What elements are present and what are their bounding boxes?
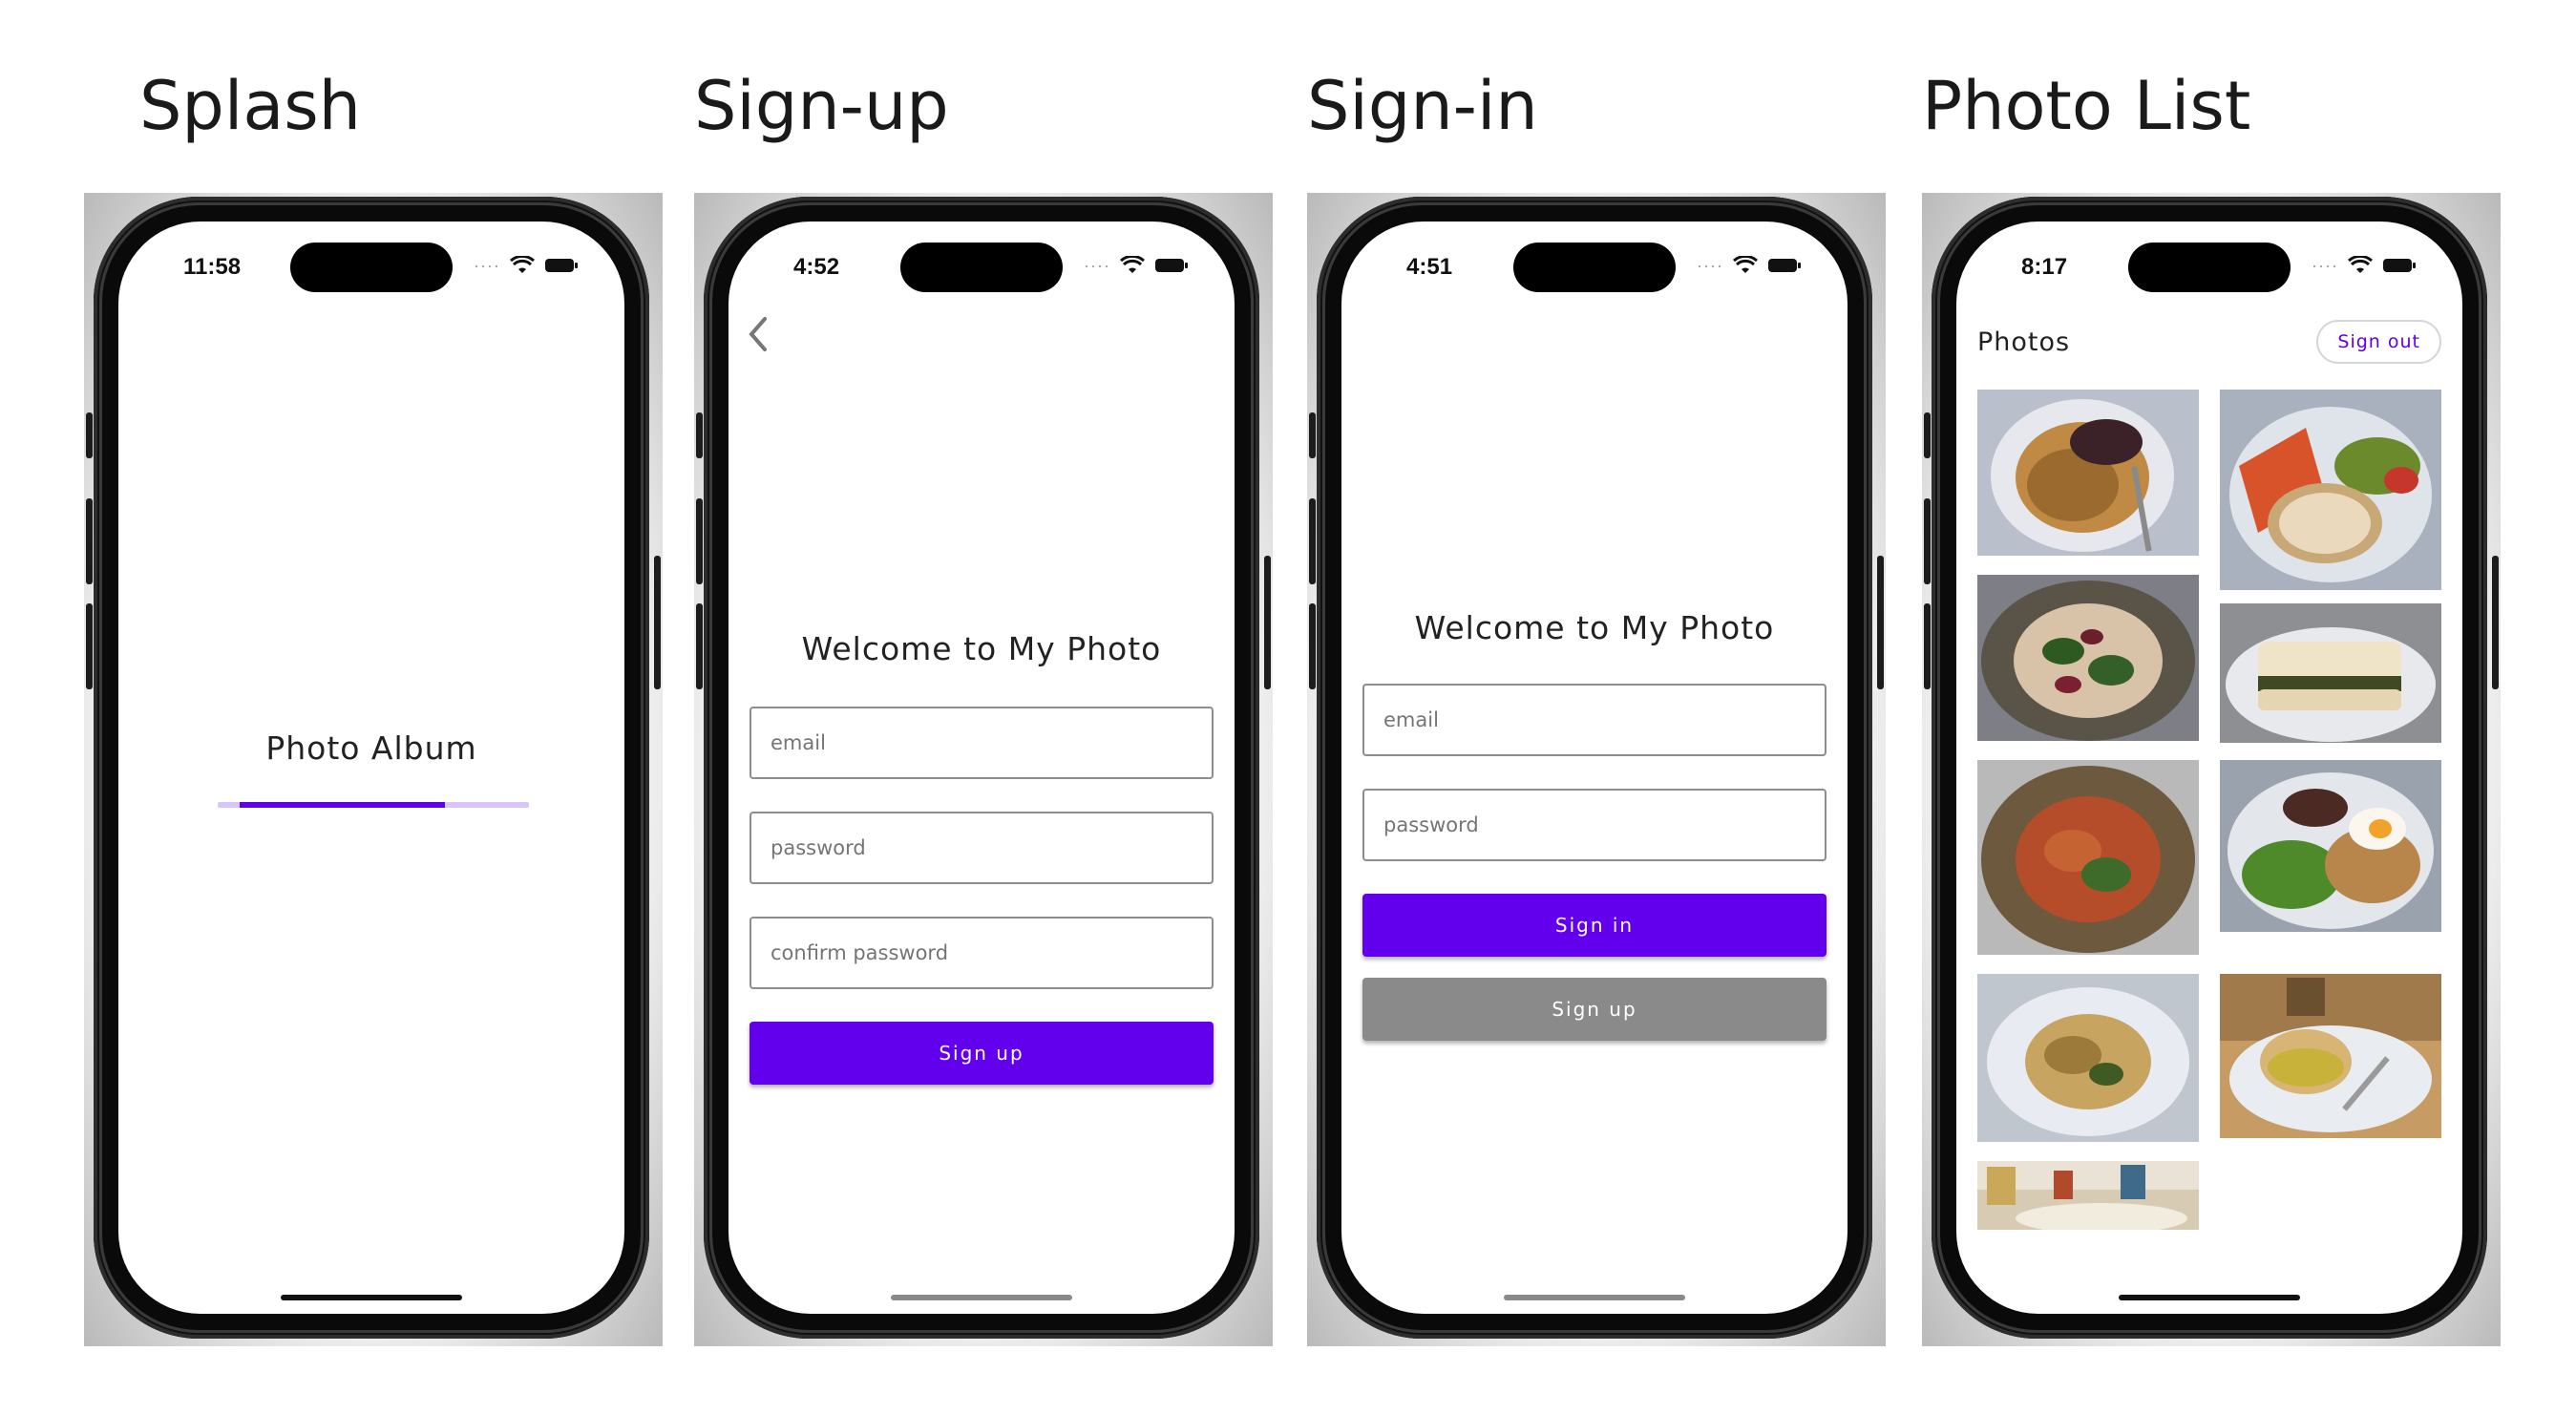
signal-dots-icon: ····	[2312, 256, 2338, 275]
wifi-icon	[1733, 256, 1758, 273]
welcome-heading: Welcome to My Photo	[801, 630, 1162, 667]
phone-frame: 4:52 ···· Welcome to My Photo Sign up	[704, 197, 1259, 1339]
photo-thumbnail[interactable]	[1977, 575, 2199, 741]
battery-icon	[545, 259, 578, 272]
password-field[interactable]	[1362, 789, 1826, 861]
dynamic-island	[290, 243, 453, 292]
photo-thumbnail[interactable]	[2220, 390, 2441, 590]
signal-dots-icon: ····	[474, 256, 500, 275]
splash-phone-mockup: 11:58 ···· Photo Album	[84, 193, 663, 1346]
battery-icon	[1768, 259, 1801, 272]
status-icons: ····	[1084, 256, 1189, 275]
dynamic-island	[2128, 243, 2291, 292]
photo-thumbnail[interactable]	[1977, 1161, 2199, 1230]
signin-screen: 4:51 ···· Welcome to My Photo Sign in Si…	[1341, 222, 1848, 1314]
dynamic-island	[900, 243, 1063, 292]
photos-header: Photos Sign out	[1977, 317, 2441, 367]
home-indicator[interactable]	[891, 1295, 1072, 1300]
status-icons: ····	[2312, 256, 2417, 275]
sign-in-button[interactable]: Sign in	[1362, 894, 1826, 957]
photo-thumbnail[interactable]	[2220, 603, 2441, 743]
status-time: 4:51	[1406, 254, 1453, 280]
dynamic-island	[1513, 243, 1676, 292]
wifi-icon	[1120, 256, 1145, 273]
status-icons: ····	[474, 256, 579, 275]
sign-up-button[interactable]: Sign up	[1362, 978, 1826, 1041]
signup-screen: 4:52 ···· Welcome to My Photo Sign up	[728, 222, 1235, 1314]
screen-title-signup: Sign-up	[694, 67, 949, 145]
screen-title-splash: Splash	[139, 67, 362, 145]
photos-title: Photos	[1977, 327, 2071, 357]
wifi-icon	[2348, 256, 2373, 273]
photo-thumbnail[interactable]	[2220, 974, 2441, 1138]
signal-dots-icon: ····	[1697, 256, 1723, 275]
sign-up-button[interactable]: Sign up	[750, 1022, 1214, 1085]
photo-thumbnail[interactable]	[1977, 390, 2199, 556]
splash-screen: 11:58 ···· Photo Album	[118, 222, 624, 1314]
phone-frame: 11:58 ···· Photo Album	[94, 197, 649, 1339]
screen-title-signin: Sign-in	[1307, 67, 1538, 145]
photo-thumbnail[interactable]	[1977, 760, 2199, 955]
battery-icon	[1155, 259, 1188, 272]
sign-out-button[interactable]: Sign out	[2316, 320, 2441, 364]
photo-thumbnail[interactable]	[2220, 760, 2441, 932]
progress-fill	[239, 802, 445, 808]
confirm-password-field[interactable]	[750, 917, 1214, 989]
photo-list-screen: 8:17 ···· Photos Sign out	[1956, 222, 2462, 1314]
status-time: 8:17	[2021, 254, 2068, 280]
home-indicator[interactable]	[2119, 1295, 2300, 1300]
status-icons: ····	[1697, 256, 1802, 275]
app-name-label: Photo Album	[265, 729, 477, 767]
home-indicator[interactable]	[1504, 1295, 1685, 1300]
photolist-phone-mockup: 8:17 ···· Photos Sign out	[1922, 193, 2501, 1346]
email-field[interactable]	[1362, 684, 1826, 756]
wifi-icon	[510, 256, 535, 273]
email-field[interactable]	[750, 707, 1214, 779]
battery-icon	[2383, 259, 2416, 272]
welcome-heading: Welcome to My Photo	[1414, 609, 1775, 646]
back-chevron-icon[interactable]	[746, 315, 771, 353]
phone-frame: 4:51 ···· Welcome to My Photo Sign in Si…	[1317, 197, 1872, 1339]
status-time: 4:52	[793, 254, 840, 280]
photo-thumbnail[interactable]	[1977, 974, 2199, 1142]
screen-title-photo-list: Photo List	[1922, 67, 2251, 145]
signup-phone-mockup: 4:52 ···· Welcome to My Photo Sign up	[694, 193, 1273, 1346]
password-field[interactable]	[750, 812, 1214, 884]
home-indicator[interactable]	[281, 1295, 462, 1300]
phone-frame: 8:17 ···· Photos Sign out	[1932, 197, 2487, 1339]
loading-progress-bar	[218, 802, 529, 808]
signin-phone-mockup: 4:51 ···· Welcome to My Photo Sign in Si…	[1307, 193, 1886, 1346]
status-time: 11:58	[183, 254, 242, 280]
signal-dots-icon: ····	[1084, 256, 1110, 275]
